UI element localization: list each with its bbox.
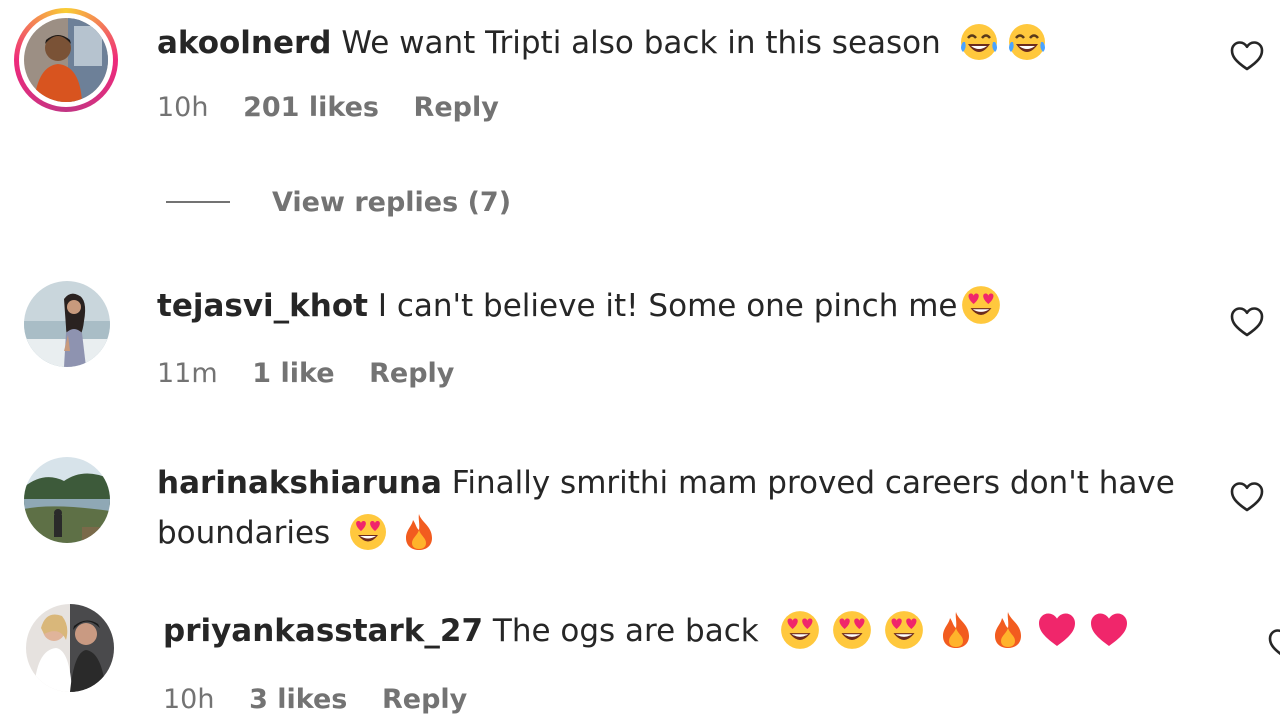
comment-body: The ogs are back [492, 613, 759, 649]
smiling-face-with-heart-eyes-icon [348, 512, 388, 552]
comment-text-line: harinakshiaruna Finally smrithi mam prov… [157, 458, 1175, 508]
view-replies-label: View replies (7) [272, 186, 512, 218]
likes-count[interactable]: 1 like [252, 358, 334, 389]
avatar[interactable] [24, 457, 110, 543]
username[interactable]: tejasvi_khot [157, 288, 368, 324]
view-replies-button[interactable]: View replies (7) [166, 184, 511, 220]
smiling-face-with-heart-eyes-icon [779, 609, 821, 651]
heart-outline-icon[interactable] [1230, 40, 1264, 72]
comment-timestamp: 10h [157, 92, 209, 123]
reply-button[interactable]: Reply [382, 684, 467, 715]
likes-count[interactable]: 3 likes [249, 684, 347, 715]
comment-body: Finally smrithi mam proved careers don't… [451, 465, 1175, 501]
comment-text-line: tejasvi_khot I can't believe it! Some on… [157, 281, 1002, 331]
fire-icon [991, 610, 1025, 650]
avatar[interactable] [24, 281, 110, 367]
comment-body: I can't believe it! Some one pinch me [377, 288, 958, 324]
fire-icon [402, 512, 436, 552]
comment-text-line: priyankasstark_27 The ogs are back [163, 606, 1129, 656]
comment-meta: 10h 3 likes Reply [163, 682, 467, 718]
comment-meta: 11m 1 like Reply [157, 356, 454, 392]
heart-outline-icon[interactable] [1230, 481, 1264, 513]
username[interactable]: priyankasstark_27 [163, 613, 483, 649]
comment-text-line-2: boundaries [157, 508, 436, 558]
red-heart-icon [1089, 611, 1129, 649]
smiling-face-with-heart-eyes-icon [831, 609, 873, 651]
username[interactable]: harinakshiaruna [157, 465, 442, 501]
red-heart-icon [1037, 611, 1077, 649]
avatar[interactable] [24, 18, 108, 102]
reply-button[interactable]: Reply [369, 358, 454, 389]
comment-timestamp: 10h [163, 684, 215, 715]
comments-panel: akoolnerd We want Tripti also back in th… [0, 0, 1280, 720]
fire-icon [939, 610, 973, 650]
reply-button[interactable]: Reply [414, 92, 499, 123]
replies-divider-line [166, 201, 230, 203]
heart-outline-icon[interactable] [1230, 306, 1264, 338]
comment-timestamp: 11m [157, 358, 218, 389]
comment-body: We want Tripti also back in this season [341, 25, 941, 61]
avatar[interactable] [26, 604, 114, 692]
heart-outline-icon[interactable] [1268, 628, 1280, 660]
smiling-face-with-heart-eyes-icon [883, 609, 925, 651]
face-with-tears-of-joy-icon [1007, 22, 1047, 62]
comment-body-continued: boundaries [157, 515, 331, 551]
likes-count[interactable]: 201 likes [243, 92, 379, 123]
comment-meta: 10h 201 likes Reply [157, 90, 499, 126]
smiling-face-with-heart-eyes-icon [960, 284, 1002, 326]
face-with-tears-of-joy-icon [959, 22, 999, 62]
comment-text-line: akoolnerd We want Tripti also back in th… [157, 18, 1047, 68]
username[interactable]: akoolnerd [157, 25, 332, 61]
